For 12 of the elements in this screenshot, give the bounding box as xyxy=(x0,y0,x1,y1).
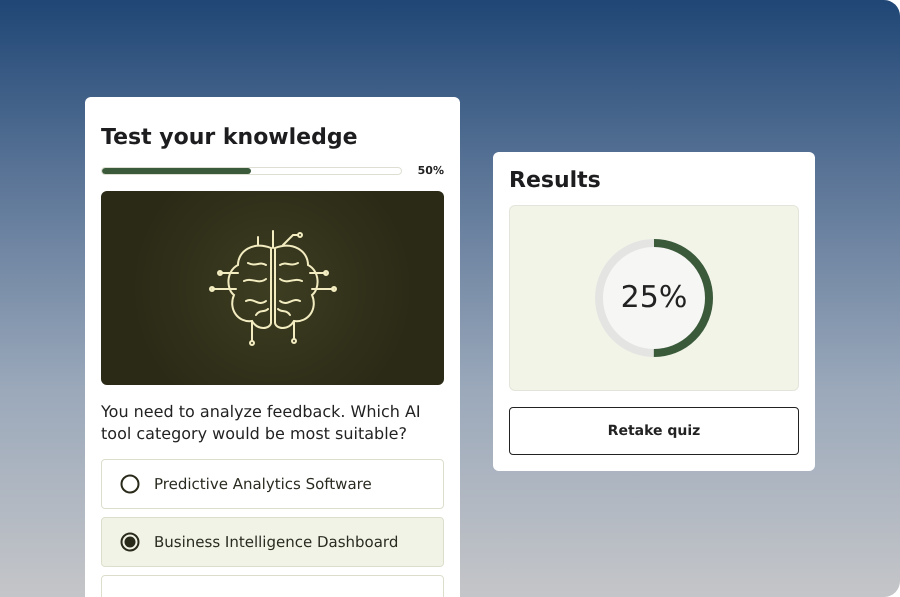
option-label: Predictive Analytics Software xyxy=(154,475,372,493)
answer-option[interactable]: Predictive Analytics Software xyxy=(101,459,444,509)
radio-icon[interactable] xyxy=(120,474,140,494)
progress-reading: 50% xyxy=(418,164,444,177)
option-label: Business Intelligence Dashboard xyxy=(154,533,398,551)
radio-selected-icon[interactable] xyxy=(120,532,140,552)
quiz-title: Test your knowledge xyxy=(101,125,359,150)
score-reading: 25% xyxy=(620,281,688,315)
question-text: You need to analyze feedback. Which AI tool category would be most suitable? xyxy=(101,401,422,445)
answer-option[interactable]: Business Intelligence Dashboard xyxy=(101,517,444,567)
results-title: Results xyxy=(509,168,602,193)
retake-button[interactable]: Retake quiz xyxy=(509,407,799,455)
